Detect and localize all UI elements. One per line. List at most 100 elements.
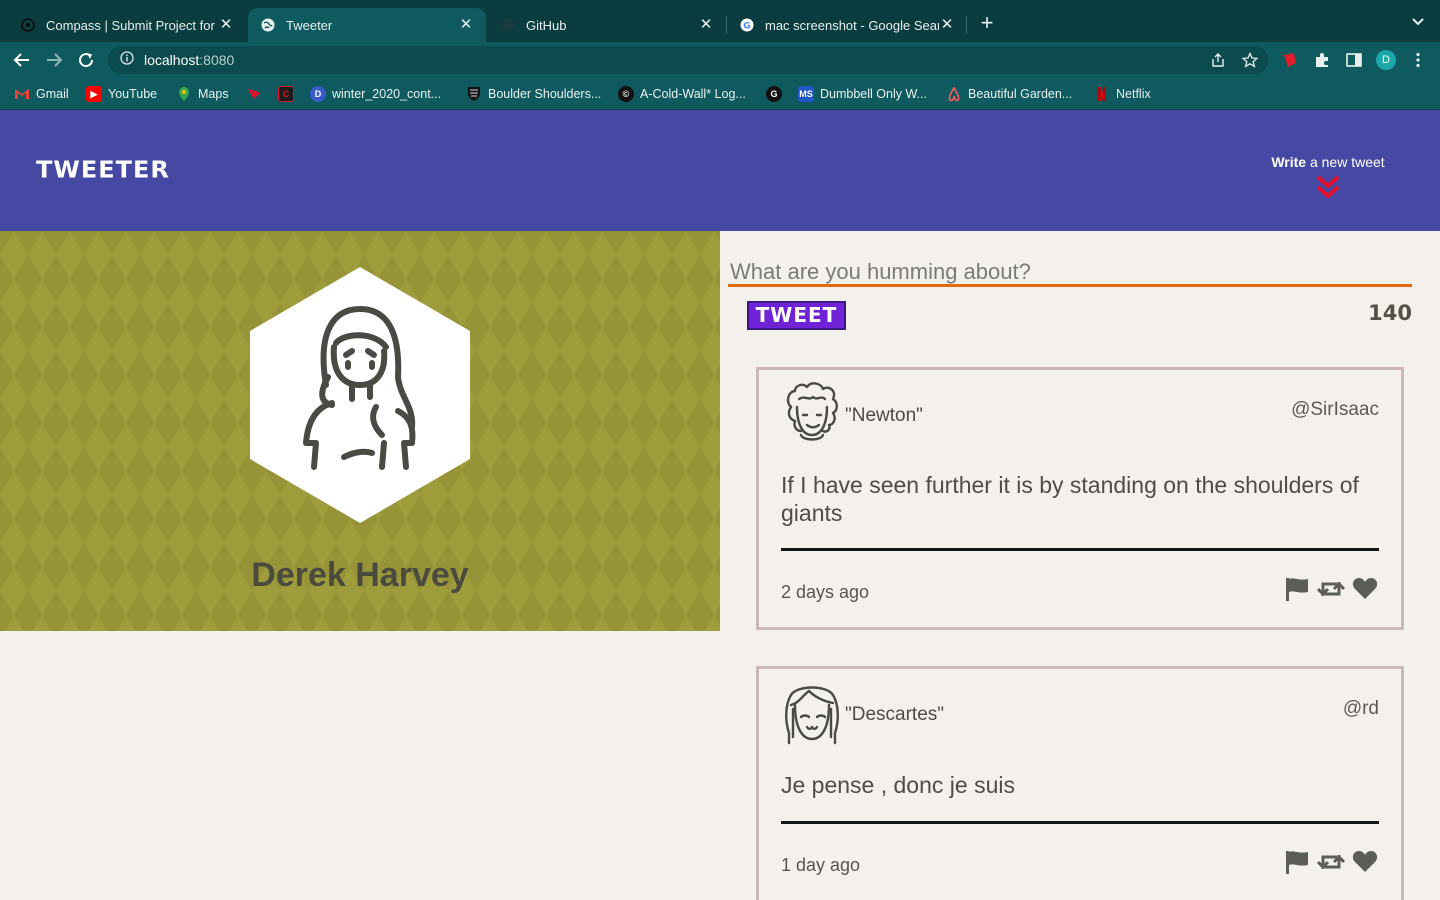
tweet-card: "Newton" @SirIsaac If I have seen furthe… <box>756 367 1404 630</box>
svg-text:G: G <box>743 22 750 32</box>
tab-title: GitHub <box>526 17 567 33</box>
bookmark-dumbbell[interactable]: MS Dumbbell Only W... <box>798 85 927 103</box>
bookmark-maps[interactable]: Maps <box>176 85 229 103</box>
address-bar[interactable]: localhost:8080 <box>108 46 1268 74</box>
tweet-timestamp: 1 day ago <box>781 855 861 875</box>
close-icon[interactable]: ✕ <box>218 17 234 33</box>
reload-icon[interactable] <box>76 50 96 70</box>
tab-google[interactable]: G mac screenshot - Google Sear ✕ <box>727 8 967 42</box>
user-avatar <box>250 267 470 523</box>
bookmark-airbnb[interactable]: Beautiful Garden... <box>946 85 1072 103</box>
bookmark-acw[interactable]: © A-Cold-Wall* Log... <box>618 85 746 103</box>
retweet-icon[interactable] <box>1317 849 1345 875</box>
bookmark-c[interactable]: C <box>278 85 300 103</box>
bookmarks-bar: Gmail ▶ YouTube Maps C D winter_2020_con… <box>0 78 1440 110</box>
info-icon[interactable] <box>120 50 134 70</box>
profile-avatar[interactable]: D <box>1376 50 1396 70</box>
new-tweet-form: TWEET 140 <box>720 231 1440 341</box>
more-menu-icon[interactable] <box>1408 50 1428 70</box>
write-label: Write <box>1271 154 1307 170</box>
flag-icon[interactable] <box>1283 576 1311 602</box>
github-icon <box>500 17 516 33</box>
url-host: localhost <box>144 52 200 68</box>
tweet-author-handle: @SirIsaac <box>1291 399 1379 420</box>
sidebar-icon[interactable] <box>1344 50 1364 70</box>
ms-icon: MS <box>798 86 814 102</box>
puzzle-icon[interactable] <box>1312 50 1332 70</box>
close-icon[interactable]: ✕ <box>939 17 955 33</box>
retweet-icon[interactable] <box>1317 576 1345 602</box>
tweet-card: "Descartes" @rd Je pense , donc je suis … <box>756 666 1404 900</box>
bookmark-c-icon: C <box>278 86 294 102</box>
tweet-actions <box>1283 849 1379 875</box>
star-icon[interactable] <box>1241 51 1259 68</box>
bookmark-label: Maps <box>198 87 229 101</box>
extension-red-icon[interactable] <box>1280 50 1300 70</box>
gmail-icon <box>14 86 30 102</box>
bookmark-red[interactable] <box>246 85 268 103</box>
bookmark-red-icon <box>246 86 262 102</box>
flag-icon[interactable] <box>1283 849 1311 875</box>
tweet-author-name: "Newton" <box>845 405 923 426</box>
tweeter-page: TWEETER Write a new tweet Derek Harvey W… <box>0 110 1440 900</box>
user-display-name: Derek Harvey <box>251 556 469 594</box>
write-tweet-toggle[interactable]: Write a new tweet <box>1262 154 1394 170</box>
newton-avatar <box>786 382 838 441</box>
double-chevron-down-icon[interactable] <box>1316 174 1340 200</box>
share-icon[interactable] <box>1210 52 1226 68</box>
user-profile-panel: Derek Harvey <box>0 231 720 631</box>
tweet-timestamp: 2 days ago <box>781 582 870 602</box>
tweet-actions <box>1283 576 1379 602</box>
browser-tabstrip: Compass | Submit Project for E ✕ Tweeter… <box>0 0 1440 42</box>
google-icon: G <box>739 17 755 33</box>
bookmark-netflix[interactable]: Netflix <box>1094 85 1151 103</box>
bookmark-winter[interactable]: D winter_2020_cont... <box>310 85 441 103</box>
tweet-text: Je pense , donc je suis <box>781 772 1015 798</box>
bookmark-boulder[interactable]: Boulder Shoulders... <box>466 85 601 103</box>
url-port: :8080 <box>199 52 235 68</box>
top-nav: TWEETER Write a new tweet <box>0 110 1440 231</box>
new-tab-button[interactable]: + <box>976 12 998 34</box>
d-icon: D <box>310 86 326 102</box>
youtube-icon: ▶ <box>86 86 102 102</box>
tab-github[interactable]: GitHub ✕ <box>488 8 726 42</box>
shield-icon <box>466 86 482 102</box>
forward-icon[interactable] <box>44 50 64 70</box>
bookmark-label: Boulder Shoulders... <box>488 87 602 101</box>
heart-icon[interactable] <box>1351 849 1379 875</box>
tab-separator <box>966 16 967 34</box>
close-icon[interactable]: ✕ <box>458 17 474 33</box>
tab-title: mac screenshot - Google Sear <box>765 17 939 33</box>
site-logo[interactable]: TWEETER <box>36 157 170 184</box>
bookmark-label: Dumbbell Only W... <box>820 87 927 101</box>
bookmark-youtube[interactable]: ▶ YouTube <box>86 85 157 103</box>
tweet-input[interactable] <box>728 259 1412 287</box>
descartes-avatar <box>785 686 839 745</box>
back-icon[interactable] <box>12 50 32 70</box>
acw-icon: © <box>618 86 634 102</box>
tab-tweeter[interactable]: Tweeter ✕ <box>248 8 486 42</box>
g-icon: G <box>766 86 782 102</box>
browser-toolbar: localhost:8080 D <box>0 42 1440 78</box>
write-label-rest: a new tweet <box>1306 154 1385 170</box>
tweet-divider <box>781 548 1379 551</box>
close-icon[interactable]: ✕ <box>698 17 714 33</box>
netflix-icon <box>1094 86 1110 102</box>
bookmark-label: YouTube <box>108 87 158 101</box>
tab-compass[interactable]: Compass | Submit Project for E ✕ <box>8 8 246 42</box>
tweet-author-name: "Descartes" <box>845 704 945 725</box>
airbnb-icon <box>946 86 962 102</box>
heart-icon[interactable] <box>1351 576 1379 602</box>
bookmark-label: winter_2020_cont... <box>332 87 442 101</box>
tweet-divider <box>781 821 1379 824</box>
bookmark-gmail[interactable]: Gmail <box>14 85 69 103</box>
tweet-text: If I have seen further it is by standing… <box>781 472 1359 526</box>
chevron-down-icon[interactable] <box>1410 14 1426 30</box>
bookmark-label: A-Cold-Wall* Log... <box>640 87 746 101</box>
tab-title: Tweeter <box>286 17 333 33</box>
bookmark-label: Gmail <box>36 87 69 101</box>
tweet-button[interactable]: TWEET <box>747 301 846 330</box>
bookmark-g[interactable]: G <box>766 85 788 103</box>
bookmark-label: Netflix <box>1116 87 1151 101</box>
character-counter: 140 <box>1368 301 1412 325</box>
